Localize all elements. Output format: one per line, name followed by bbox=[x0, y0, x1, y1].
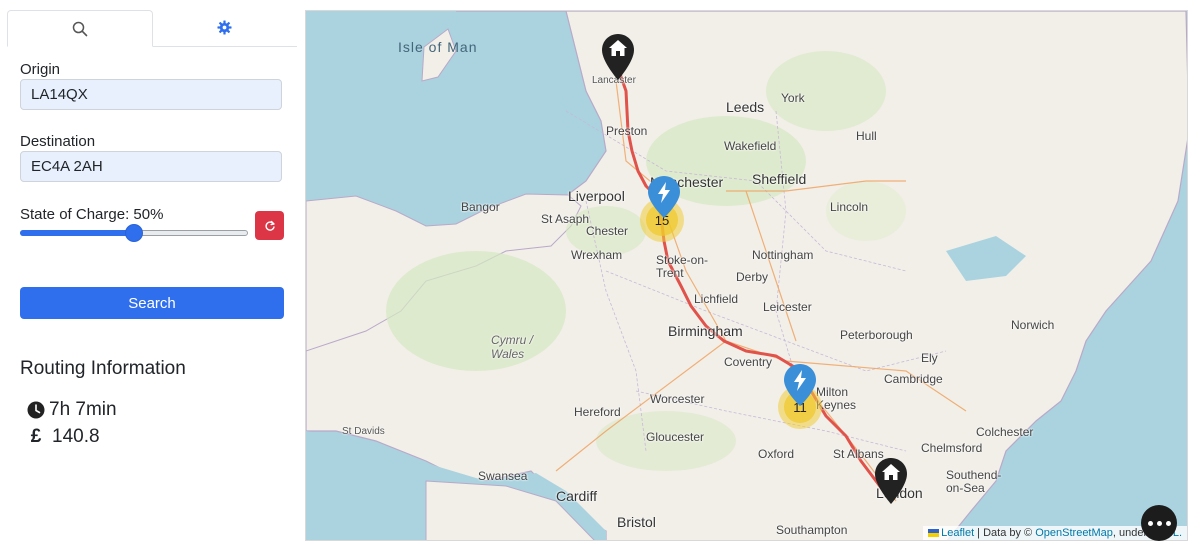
place-cymru-wales: Cymru / Wales bbox=[491, 333, 533, 361]
destination-home-marker[interactable] bbox=[874, 457, 908, 505]
place-cambridge: Cambridge bbox=[884, 372, 943, 386]
place-wakefield: Wakefield bbox=[724, 139, 777, 153]
place-hereford: Hereford bbox=[574, 405, 621, 419]
place-norwich: Norwich bbox=[1011, 318, 1055, 332]
slider-thumb[interactable] bbox=[126, 225, 142, 241]
gear-icon bbox=[216, 20, 232, 35]
tab-search[interactable] bbox=[7, 10, 153, 47]
osm-link[interactable]: OpenStreetMap bbox=[1035, 527, 1113, 539]
charging-station-marker[interactable] bbox=[783, 363, 817, 407]
place-preston: Preston bbox=[606, 124, 648, 138]
place-st-davids: St Davids bbox=[342, 426, 385, 437]
clock-icon bbox=[26, 401, 46, 419]
tab-bar bbox=[7, 10, 297, 47]
place-york: York bbox=[781, 91, 805, 105]
origin-home-marker[interactable] bbox=[601, 33, 635, 81]
search-button[interactable]: Search bbox=[20, 287, 284, 319]
origin-input[interactable]: LA14QX bbox=[20, 79, 282, 110]
route-duration: 7h 7min bbox=[49, 399, 117, 420]
ukraine-flag-icon bbox=[928, 529, 940, 538]
place-swansea: Swansea bbox=[478, 469, 528, 483]
place-wrexham: Wrexham bbox=[571, 248, 623, 262]
leaflet-link[interactable]: Leaflet bbox=[941, 527, 974, 539]
place-sheffield: Sheffield bbox=[752, 171, 807, 187]
place-bangor: Bangor bbox=[461, 200, 500, 214]
dot bbox=[1165, 520, 1171, 526]
charging-station-marker[interactable] bbox=[647, 175, 681, 219]
routing-info-title: Routing Information bbox=[20, 358, 186, 379]
place-chelmsford: Chelmsford bbox=[921, 441, 983, 455]
place-worcester: Worcester bbox=[650, 392, 705, 406]
place-colchester: Colchester bbox=[976, 425, 1034, 439]
slider-fill bbox=[20, 230, 134, 236]
search-icon bbox=[72, 21, 88, 36]
place-ely: Ely bbox=[921, 351, 938, 365]
tab-settings[interactable] bbox=[152, 10, 296, 45]
dot bbox=[1147, 520, 1153, 526]
place-derby: Derby bbox=[736, 270, 769, 284]
pound-icon: £ bbox=[30, 426, 42, 447]
route-cost: 140.8 bbox=[52, 426, 100, 447]
reset-icon bbox=[264, 220, 275, 231]
place-stoke: Stoke-on- Trent bbox=[656, 253, 709, 280]
place-st-asaph: St Asaph bbox=[541, 212, 590, 226]
place-chester: Chester bbox=[586, 224, 629, 238]
place-isle-of-man: Isle of Man bbox=[398, 39, 478, 55]
duration-row: 7h 7min bbox=[26, 399, 117, 421]
place-coventry: Coventry bbox=[724, 355, 773, 369]
map-view[interactable]: Isle of Man Lancaster Leeds York Preston… bbox=[305, 10, 1188, 541]
state-of-charge-label: State of Charge: 50% bbox=[20, 206, 164, 223]
place-milton-keynes: Milton Keynes bbox=[816, 385, 857, 412]
place-lichfield: Lichfield bbox=[694, 292, 739, 306]
place-liverpool: Liverpool bbox=[568, 188, 625, 204]
place-peterborough: Peterborough bbox=[840, 328, 913, 342]
place-southend: Southend- on-Sea bbox=[946, 468, 1002, 495]
sidebar: Origin LA14QX Destination EC4A 2AH State… bbox=[0, 0, 300, 553]
reset-button[interactable] bbox=[255, 211, 284, 240]
state-of-charge-slider[interactable] bbox=[20, 225, 248, 241]
place-cardiff: Cardiff bbox=[556, 488, 597, 504]
place-gloucester: Gloucester bbox=[646, 430, 705, 444]
origin-label: Origin bbox=[20, 61, 61, 78]
place-birmingham: Birmingham bbox=[668, 323, 743, 339]
place-oxford: Oxford bbox=[758, 447, 795, 461]
place-bristol: Bristol bbox=[617, 514, 656, 530]
destination-input[interactable]: EC4A 2AH bbox=[20, 151, 282, 182]
chat-bubble-button[interactable] bbox=[1141, 505, 1177, 541]
place-nottingham: Nottingham bbox=[752, 248, 814, 262]
place-hull: Hull bbox=[856, 129, 877, 143]
dot bbox=[1156, 520, 1162, 526]
place-leicester: Leicester bbox=[763, 300, 812, 314]
cost-row: £ 140.8 bbox=[26, 426, 100, 448]
place-leeds: Leeds bbox=[726, 99, 765, 115]
attribution-sep: | Data by © bbox=[974, 527, 1036, 539]
place-lincoln: Lincoln bbox=[830, 200, 869, 214]
place-southampton: Southampton bbox=[776, 523, 848, 537]
destination-label: Destination bbox=[20, 133, 96, 150]
